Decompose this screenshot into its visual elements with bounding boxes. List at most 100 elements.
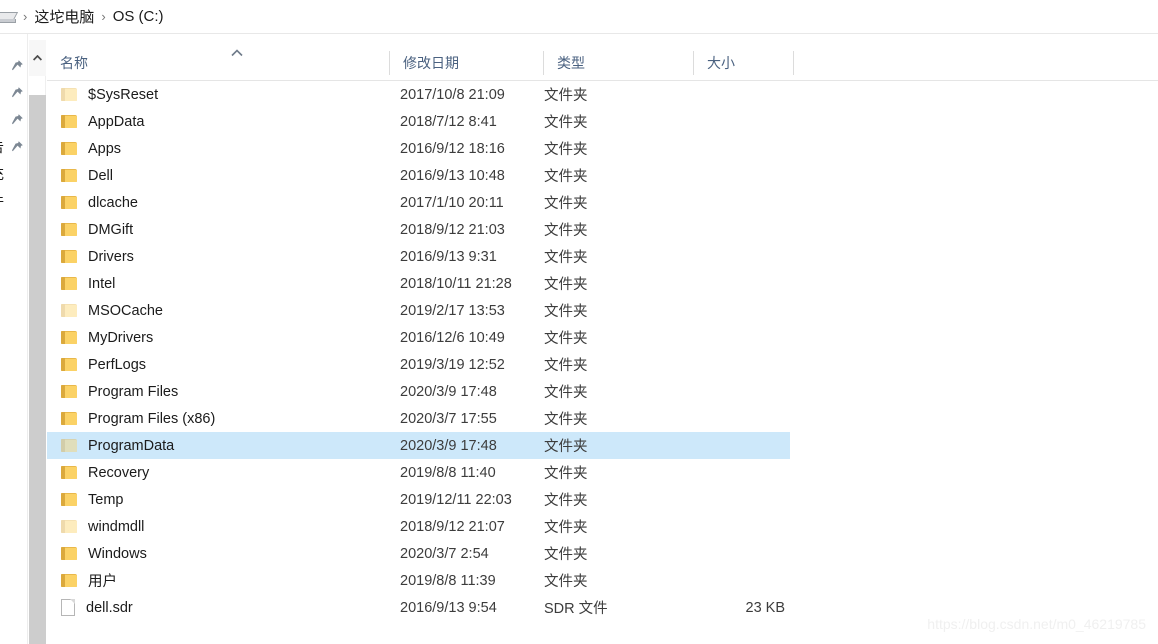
file-name-cell[interactable]: Program Files [61,378,178,405]
navigation-pane: 告充件 [0,34,28,644]
file-row[interactable]: 用户 2019/8/8 11:39 文件夹 [47,567,1158,594]
file-row[interactable]: AppData 2018/7/12 8:41 文件夹 [47,108,1158,135]
file-type-cell: 文件夹 [544,412,588,428]
file-name-cell[interactable]: Dell [61,162,113,189]
file-type-cell: 文件夹 [544,250,588,266]
file-name-cell[interactable]: windmdll [61,513,144,540]
column-divider-size[interactable] [793,51,794,75]
file-name-cell[interactable]: Recovery [61,459,149,486]
file-size-cell [647,351,793,378]
file-row[interactable]: dlcache 2017/1/10 20:11 文件夹 [47,189,1158,216]
file-row[interactable]: ProgramData 2020/3/9 17:48 文件夹 [47,432,1158,459]
file-type-cell: 文件夹 [544,277,588,293]
breadcrumb-item-os-c[interactable]: OS (C:) [113,8,164,25]
file-row[interactable]: Dell 2016/9/13 10:48 文件夹 [47,162,1158,189]
file-row[interactable]: PerfLogs 2019/3/19 12:52 文件夹 [47,351,1158,378]
file-row[interactable]: windmdll 2018/9/12 21:07 文件夹 [47,513,1158,540]
file-name-label: ProgramData [88,437,175,454]
file-name-cell[interactable]: Program Files (x86) [61,405,215,432]
file-name-cell[interactable]: dell.sdr [61,594,133,621]
scrollbar-thumb[interactable] [29,95,46,644]
file-name-label: Temp [88,491,124,508]
file-date-modified-cell: 2018/7/12 8:41 [400,113,497,130]
folder-icon [61,438,77,453]
file-size-cell [647,540,793,567]
file-name-cell[interactable]: PerfLogs [61,351,146,378]
file-size-cell [647,405,793,432]
column-header-type[interactable]: 类型 [544,45,693,81]
file-date-modified-cell: 2017/10/8 21:09 [400,86,505,103]
file-name-cell[interactable]: $SysReset [61,81,158,108]
watermark: https://blog.csdn.net/m0_46219785 [927,616,1146,632]
file-row[interactable]: MyDrivers 2016/12/6 10:49 文件夹 [47,324,1158,351]
file-name-cell[interactable]: Intel [61,270,115,297]
file-name-cell[interactable]: MyDrivers [61,324,153,351]
file-row[interactable]: Program Files (x86) 2020/3/7 17:55 文件夹 [47,405,1158,432]
file-name-cell[interactable]: ProgramData [61,432,174,459]
pin-icon[interactable] [11,113,24,126]
file-type-cell: 文件夹 [544,223,588,239]
file-name-label: PerfLogs [88,356,147,373]
file-date-modified-cell: 2019/2/17 13:53 [400,302,505,319]
column-header-name[interactable]: 名称 [47,45,389,81]
file-type-cell: 文件夹 [544,466,588,482]
file-name-cell[interactable]: 用户 [61,567,117,594]
nav-pane-item[interactable]: 件 [0,187,27,214]
file-size-cell: 23 KB [745,599,786,616]
file-size-cell [647,135,793,162]
file-name-cell[interactable]: Temp [61,486,123,513]
file-type-cell: 文件夹 [544,169,588,185]
file-name-cell[interactable]: AppData [61,108,144,135]
folder-icon [61,357,77,372]
file-name-label: Dell [88,167,113,184]
file-name-cell[interactable]: dlcache [61,189,138,216]
column-header-size[interactable]: 大小 [694,45,793,81]
file-date-modified-cell: 2017/1/10 20:11 [400,194,504,211]
file-type-cell: 文件夹 [544,115,588,131]
file-row[interactable]: $SysReset 2017/10/8 21:09 文件夹 [47,81,1158,108]
file-row[interactable]: DMGift 2018/9/12 21:03 文件夹 [47,216,1158,243]
file-name-cell[interactable]: Windows [61,540,147,567]
scroll-up-button[interactable] [29,40,46,76]
file-date-modified-cell: 2018/10/11 21:28 [400,275,512,292]
breadcrumb-separator-0[interactable]: › [16,9,34,24]
breadcrumb-item-this-pc[interactable]: 这坨电脑 [34,6,94,27]
file-row[interactable]: MSOCache 2019/2/17 13:53 文件夹 [47,297,1158,324]
file-row[interactable]: Program Files 2020/3/9 17:48 文件夹 [47,378,1158,405]
vertical-scrollbar[interactable] [29,40,46,644]
pin-icon[interactable] [11,140,24,153]
file-name-cell[interactable]: Drivers [61,243,134,270]
file-date-modified-cell: 2019/12/11 22:03 [400,491,512,508]
file-row[interactable]: Drivers 2016/9/13 9:31 文件夹 [47,243,1158,270]
nav-pane-item[interactable] [0,52,27,79]
folder-icon [61,87,77,102]
file-row[interactable]: Intel 2018/10/11 21:28 文件夹 [47,270,1158,297]
file-name-cell[interactable]: MSOCache [61,297,163,324]
file-date-modified-cell: 2020/3/9 17:48 [400,437,497,454]
nav-pane-item[interactable]: 充 [0,160,27,187]
file-size-cell [647,270,793,297]
file-type-cell: 文件夹 [544,520,588,536]
file-row[interactable]: Apps 2016/9/12 18:16 文件夹 [47,135,1158,162]
nav-pane-item[interactable]: 告 [0,133,27,160]
file-date-modified-cell: 2019/8/8 11:40 [400,464,496,481]
file-date-modified-cell: 2019/3/19 12:52 [400,356,505,373]
file-row[interactable]: Recovery 2019/8/8 11:40 文件夹 [47,459,1158,486]
file-name-cell[interactable]: DMGift [61,216,133,243]
file-size-cell [647,81,793,108]
file-name-label: MyDrivers [88,329,154,346]
file-date-modified-cell: 2020/3/9 17:48 [400,383,497,400]
pin-icon[interactable] [11,59,24,72]
file-row[interactable]: Temp 2019/12/11 22:03 文件夹 [47,486,1158,513]
breadcrumb-separator-1[interactable]: › [94,9,112,24]
file-icon [61,599,75,616]
file-name-label: $SysReset [88,86,159,103]
nav-pane-item[interactable] [0,106,27,133]
column-header-date-modified[interactable]: 修改日期 [390,45,543,81]
file-row[interactable]: Windows 2020/3/7 2:54 文件夹 [47,540,1158,567]
file-type-cell: 文件夹 [544,142,588,158]
pin-icon[interactable] [11,86,24,99]
file-date-modified-cell: 2020/3/7 2:54 [400,545,489,562]
file-name-cell[interactable]: Apps [61,135,121,162]
nav-pane-item[interactable] [0,79,27,106]
